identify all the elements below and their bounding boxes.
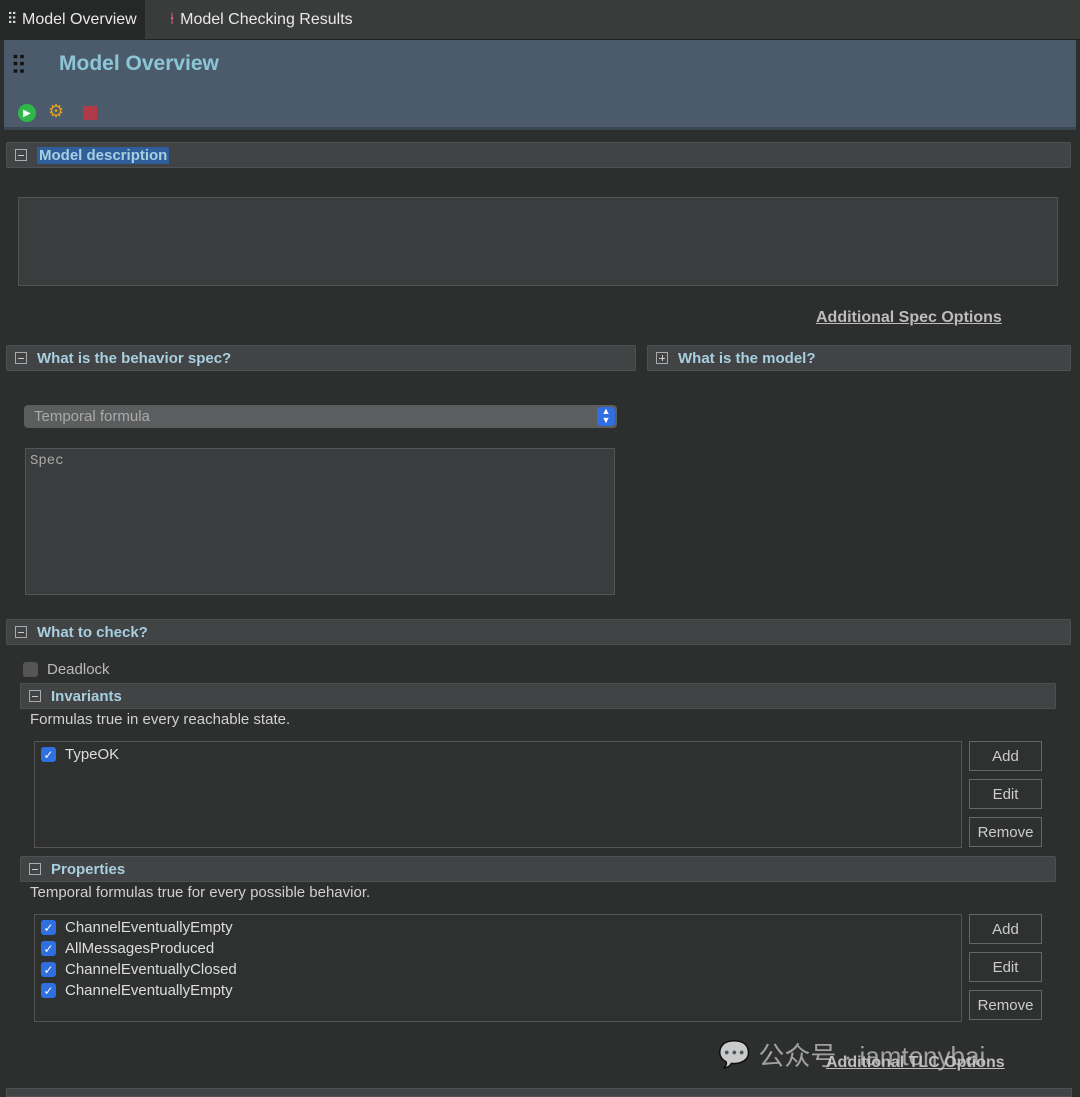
collapse-icon[interactable]	[29, 690, 41, 702]
collapse-icon[interactable]	[15, 352, 27, 364]
section-properties[interactable]: Properties	[20, 856, 1056, 882]
sliders-icon: ⫶⫶	[12, 50, 25, 80]
chevron-updown-icon: ▲ ▼	[597, 407, 615, 426]
model-description-field[interactable]	[18, 197, 1058, 286]
checkbox-checked-icon[interactable]: ✓	[41, 920, 56, 935]
wechat-icon: 💬	[718, 1039, 751, 1069]
expand-icon[interactable]	[656, 352, 668, 364]
tab-model-checking-results[interactable]: ⍿ Model Checking Results	[162, 0, 361, 40]
invariants-edit-button[interactable]: Edit	[969, 779, 1042, 809]
checkbox-checked-icon[interactable]: ✓	[41, 747, 56, 762]
list-item[interactable]: ✓ TypeOK	[41, 744, 955, 765]
properties-add-button[interactable]: Add	[969, 914, 1042, 944]
section-model-description[interactable]: Model description	[6, 142, 1071, 168]
list-item[interactable]: ✓ ChannelEventuallyEmpty	[41, 980, 955, 1001]
list-item[interactable]: ✓ ChannelEventuallyClosed	[41, 959, 955, 980]
editor-tab-bar: ⫶⫶ Model Overview ⍿ Model Checking Resul…	[0, 0, 1080, 40]
section-invariants[interactable]: Invariants	[20, 683, 1056, 709]
page-title: Model Overview	[59, 52, 219, 75]
sliders-icon: ⫶⫶	[8, 11, 17, 28]
checkbox-checked-icon[interactable]: ✓	[41, 983, 56, 998]
properties-edit-button[interactable]: Edit	[969, 952, 1042, 982]
list-item[interactable]: ✓ ChannelEventuallyEmpty	[41, 917, 955, 938]
gears-icon[interactable]: ⚙	[48, 101, 64, 122]
behavior-type-select[interactable]: Temporal formula ▲ ▼	[24, 405, 617, 428]
properties-description: Temporal formulas true for every possibl…	[30, 884, 371, 901]
invariants-description: Formulas true in every reachable state.	[30, 711, 291, 728]
properties-list: ✓ ChannelEventuallyEmpty ✓ AllMessagesProd…	[34, 914, 962, 1022]
invariants-list: ✓ TypeOK	[34, 741, 962, 848]
checkbox-checked-icon[interactable]: ✓	[41, 962, 56, 977]
next-section-header	[6, 1088, 1072, 1097]
run-icon[interactable]: ▶	[18, 104, 36, 122]
checkbox-checked-icon[interactable]: ✓	[41, 941, 56, 956]
pin-icon: ⍿	[170, 11, 175, 28]
invariants-remove-button[interactable]: Remove	[969, 817, 1042, 847]
tab-model-overview[interactable]: ⫶⫶ Model Overview	[0, 0, 145, 40]
collapse-icon[interactable]	[29, 863, 41, 875]
section-model[interactable]: What is the model?	[647, 345, 1071, 371]
invariants-add-button[interactable]: Add	[969, 741, 1042, 771]
additional-spec-options-link[interactable]: Additional Spec Options	[816, 309, 1002, 327]
checkbox-unchecked[interactable]	[23, 662, 38, 677]
stop-icon[interactable]	[83, 106, 97, 120]
section-what-to-check[interactable]: What to check?	[6, 619, 1071, 645]
section-behavior-spec[interactable]: What is the behavior spec?	[6, 345, 636, 371]
list-item[interactable]: ✓ AllMessagesProduced	[41, 938, 955, 959]
watermark: 💬 公众号 · iamtonybai	[718, 1039, 986, 1071]
deadlock-checkbox[interactable]: Deadlock	[23, 659, 110, 680]
spec-formula-field[interactable]: Spec	[25, 448, 615, 595]
page-header: ⫶⫶ Model Overview ▶ ⚙	[4, 40, 1076, 130]
properties-remove-button[interactable]: Remove	[969, 990, 1042, 1020]
collapse-icon[interactable]	[15, 149, 27, 161]
collapse-icon[interactable]	[15, 626, 27, 638]
